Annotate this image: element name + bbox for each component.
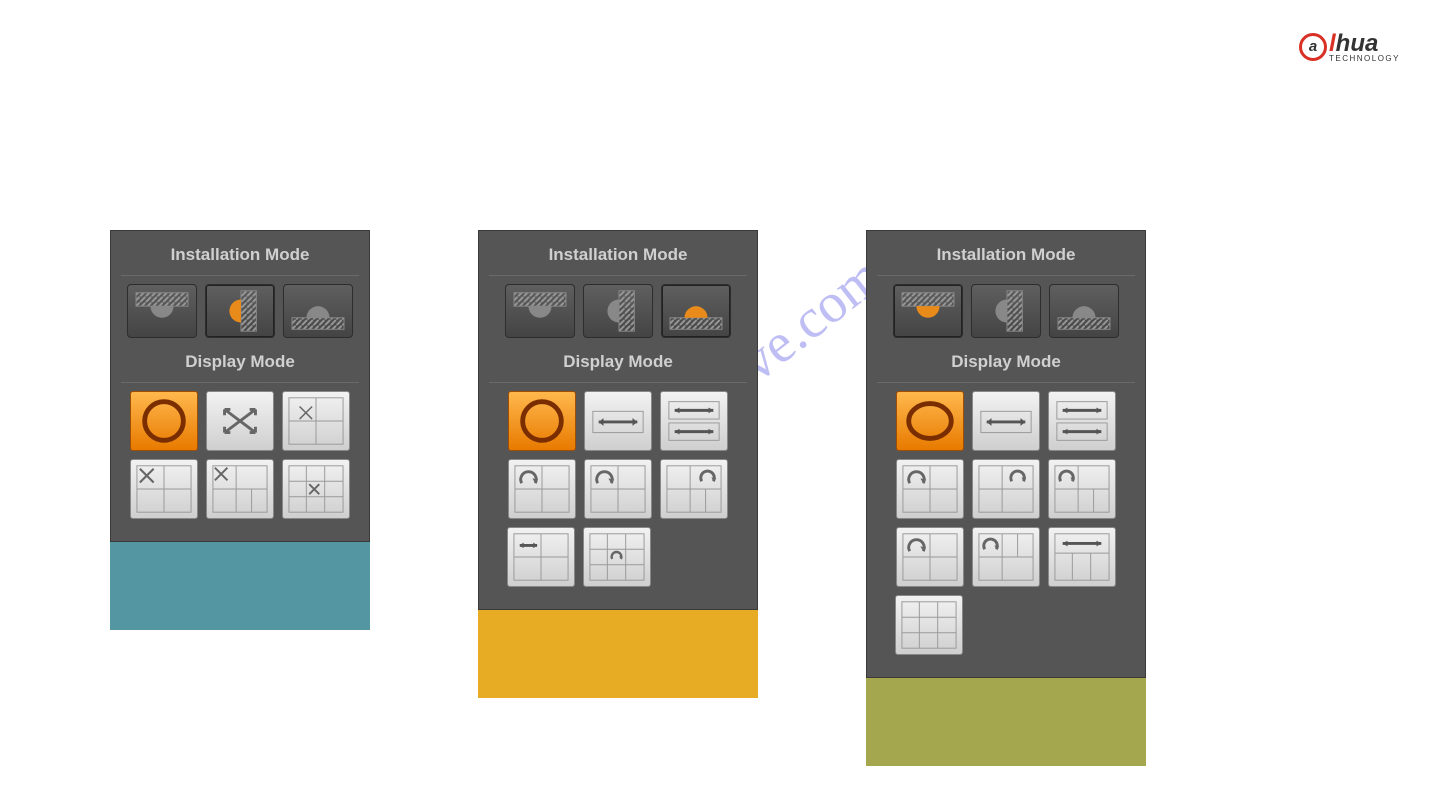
display-1plus4-360-button[interactable] (1048, 459, 1116, 519)
install-wall-button[interactable] (971, 284, 1041, 338)
display-1plus2-360-button[interactable] (896, 459, 964, 519)
ground-caption-bar (478, 610, 758, 698)
display-1plus4-360-button[interactable] (660, 459, 728, 519)
install-ground-button[interactable] (661, 284, 731, 338)
display-original-button[interactable] (130, 391, 198, 451)
panel-wall: Installation Mode Di (110, 230, 370, 630)
install-ceiling-button[interactable] (893, 284, 963, 338)
display-1plus3-button[interactable] (130, 459, 198, 519)
display-pano-2-button[interactable] (896, 527, 964, 587)
display-2ptz-button[interactable] (1048, 391, 1116, 451)
install-wall-button[interactable] (583, 284, 653, 338)
display-1ptz-button[interactable] (972, 391, 1040, 451)
display-1plus8-button[interactable] (282, 459, 350, 519)
display-1plus3-360-button[interactable] (584, 459, 652, 519)
display-1plus3-360-button[interactable] (972, 459, 1040, 519)
wall-display-title: Display Mode (121, 346, 359, 382)
display-1ptz-button[interactable] (584, 391, 652, 451)
logo-mark-icon: a (1299, 33, 1327, 61)
display-1plus8-360-button[interactable] (895, 595, 963, 655)
display-1plus6-360-button[interactable] (972, 527, 1040, 587)
brand-logo: a lhua TECHNOLOGY (1299, 30, 1400, 63)
install-ceiling-button[interactable] (505, 284, 575, 338)
ground-display-title: Display Mode (489, 346, 747, 382)
logo-text: lhua TECHNOLOGY (1329, 30, 1400, 63)
display-original-button[interactable] (896, 391, 964, 451)
display-2ptz-button[interactable] (660, 391, 728, 451)
display-1x-expand-button[interactable] (206, 391, 274, 451)
install-ceiling-button[interactable] (127, 284, 197, 338)
panel-ceiling: Installation Mode Display Mode (866, 230, 1146, 766)
ceiling-display-title: Display Mode (877, 346, 1135, 382)
install-ground-button[interactable] (283, 284, 353, 338)
display-original-button[interactable] (508, 391, 576, 451)
wall-install-row (121, 284, 359, 338)
display-pano-grid-button[interactable] (1048, 527, 1116, 587)
install-wall-button[interactable] (205, 284, 275, 338)
display-1plus4-button[interactable] (206, 459, 274, 519)
display-1plus8-360-button[interactable] (583, 527, 651, 587)
panels-stage: Installation Mode Di (110, 230, 1146, 766)
ground-install-title: Installation Mode (489, 239, 747, 275)
display-2x-expand-button[interactable] (282, 391, 350, 451)
wall-install-title: Installation Mode (121, 239, 359, 275)
ceiling-caption-bar (866, 678, 1146, 766)
wall-caption-bar (110, 542, 370, 630)
ceiling-install-title: Installation Mode (877, 239, 1135, 275)
install-ground-button[interactable] (1049, 284, 1119, 338)
display-pano-2-button[interactable] (507, 527, 575, 587)
panel-ground: Installation Mode Display Mode (478, 230, 758, 698)
display-1plus2-360-button[interactable] (508, 459, 576, 519)
